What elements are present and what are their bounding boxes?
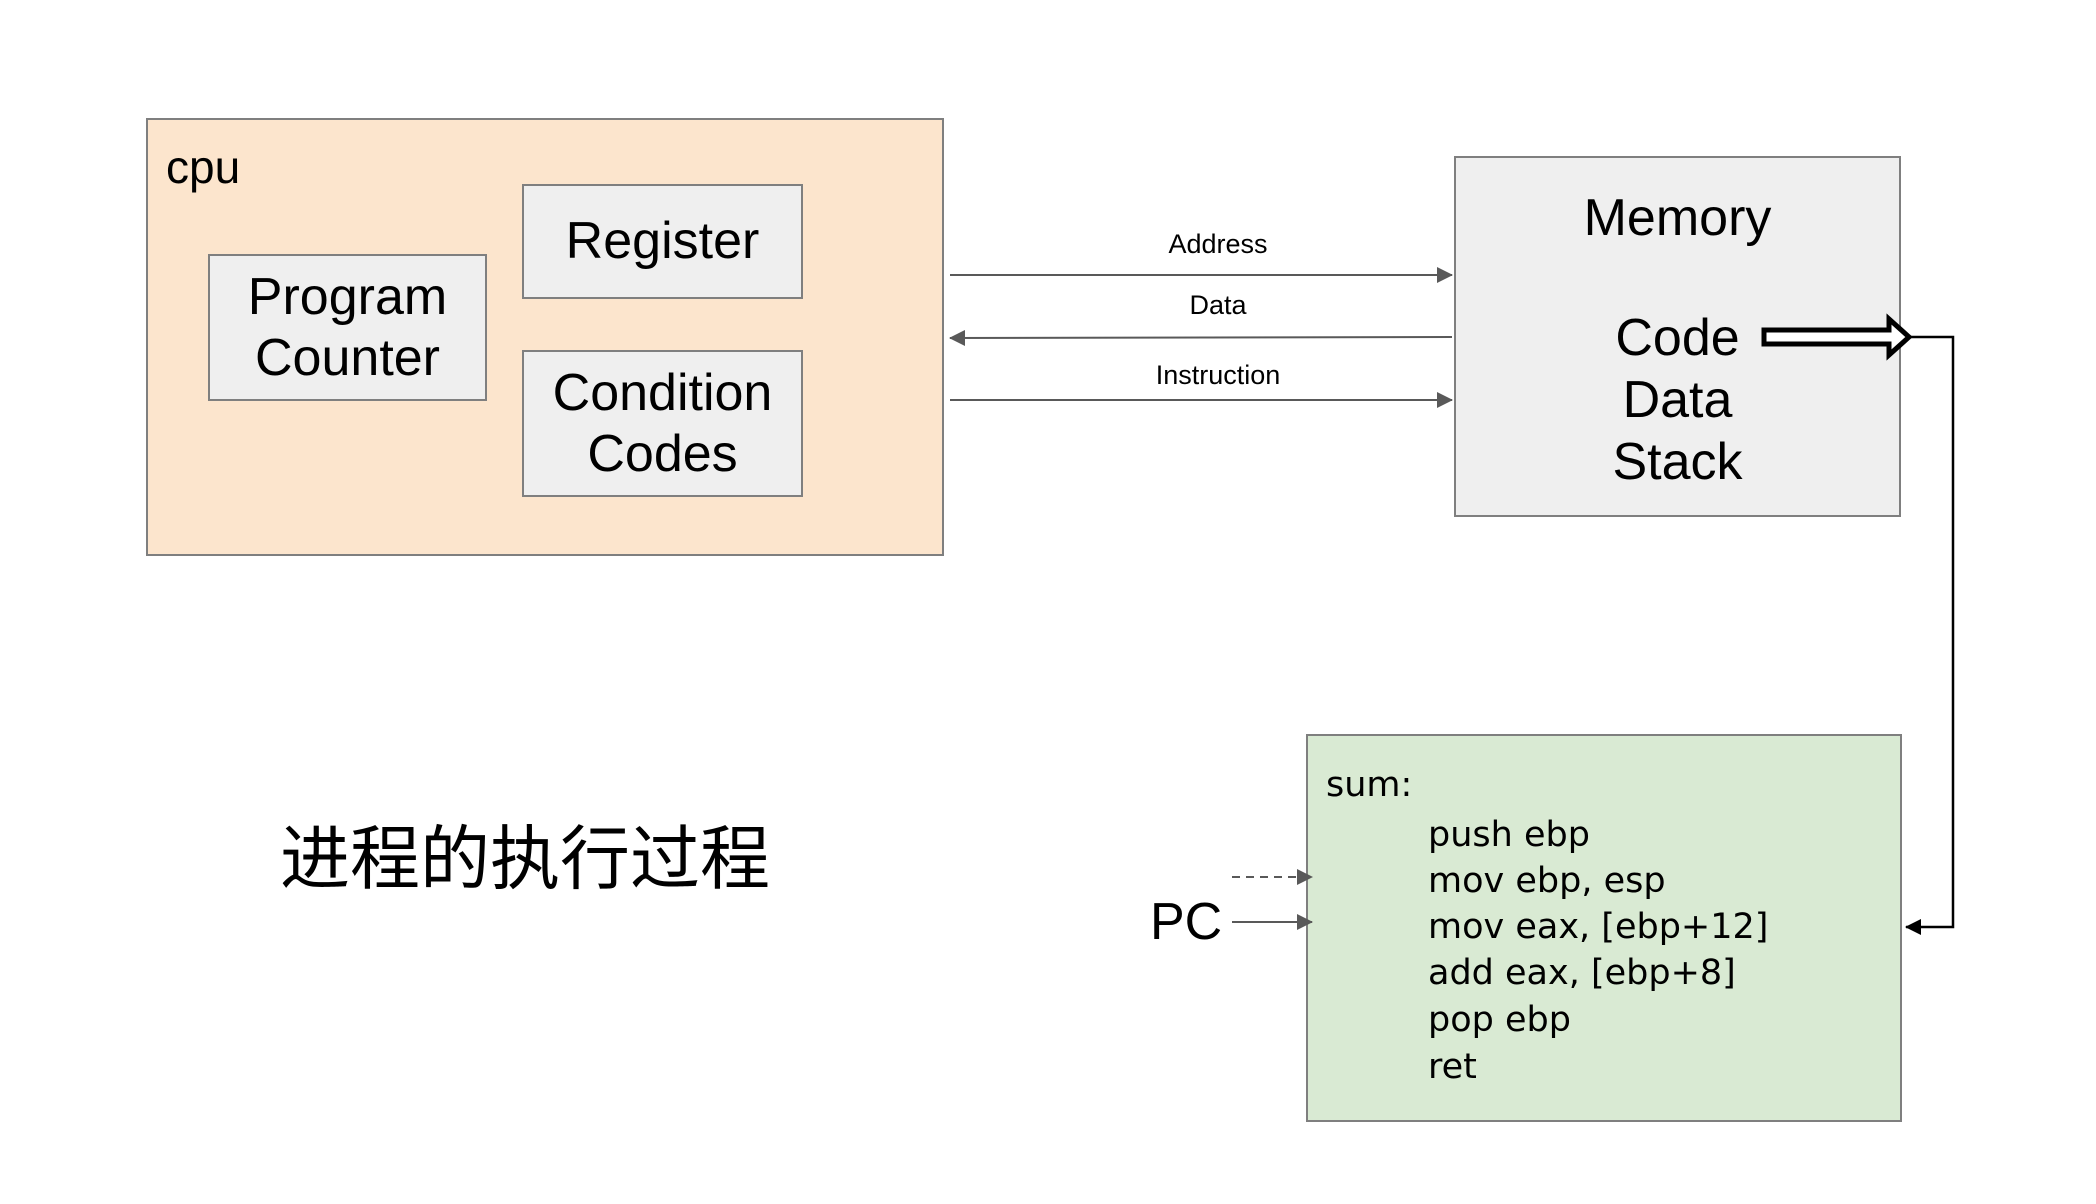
arrows-layer [949, 267, 1955, 935]
memory-to-code-connector [1905, 335, 1955, 935]
code-block-arrow [1761, 313, 1913, 361]
data-arrow [949, 329, 1453, 346]
